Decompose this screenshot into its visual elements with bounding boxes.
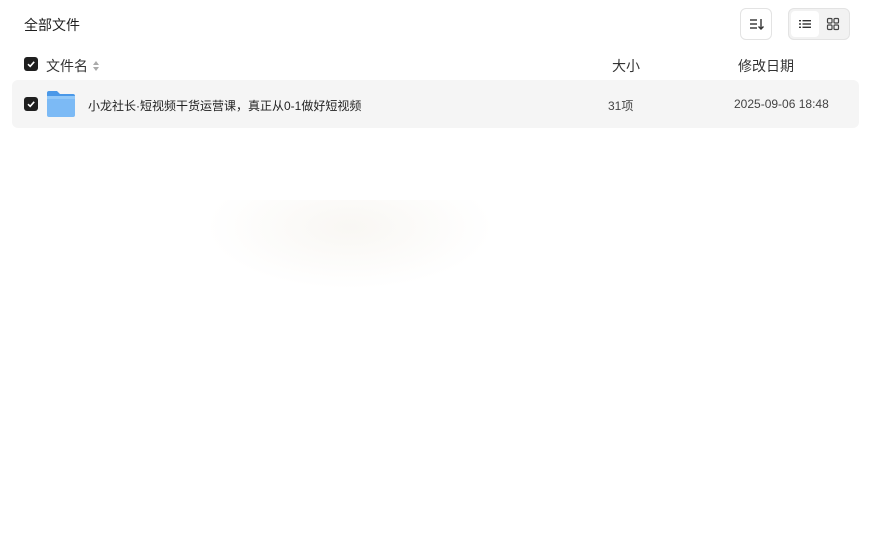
grid-view-icon <box>826 17 840 31</box>
row-checkbox[interactable] <box>24 97 38 111</box>
row-size: 31项 <box>608 99 634 113</box>
grid-view-button[interactable] <box>819 11 847 37</box>
page-title: 全部文件 <box>24 17 80 33</box>
folder-icon <box>47 91 75 117</box>
column-header-date[interactable]: 修改日期 <box>738 56 794 76</box>
sort-toggle-icon <box>93 61 99 71</box>
toolbar: 全部文件 <box>0 0 874 48</box>
sort-icon <box>750 19 764 30</box>
column-header-size[interactable]: 大小 <box>612 56 640 76</box>
row-date: 2025-09-06 18:48 <box>734 97 829 111</box>
column-header-name[interactable]: 文件名 <box>46 56 100 76</box>
list-view-icon <box>799 20 811 28</box>
row-name: 小龙社长·短视频干货运营课，真正从0-1做好短视频 <box>88 99 362 113</box>
list-view-button[interactable] <box>791 11 819 37</box>
table-header: 文件名 大小 修改日期 <box>0 48 874 80</box>
column-name-label: 文件名 <box>46 58 88 74</box>
check-icon <box>27 101 35 108</box>
table-row[interactable]: 小龙社长·短视频干货运营课，真正从0-1做好短视频 31项 2025-09-06… <box>12 80 859 128</box>
view-mode-toggle <box>788 8 850 40</box>
background-glow <box>205 200 495 290</box>
check-icon <box>27 61 35 68</box>
sort-button[interactable] <box>740 8 772 40</box>
select-all-checkbox[interactable] <box>24 57 38 71</box>
